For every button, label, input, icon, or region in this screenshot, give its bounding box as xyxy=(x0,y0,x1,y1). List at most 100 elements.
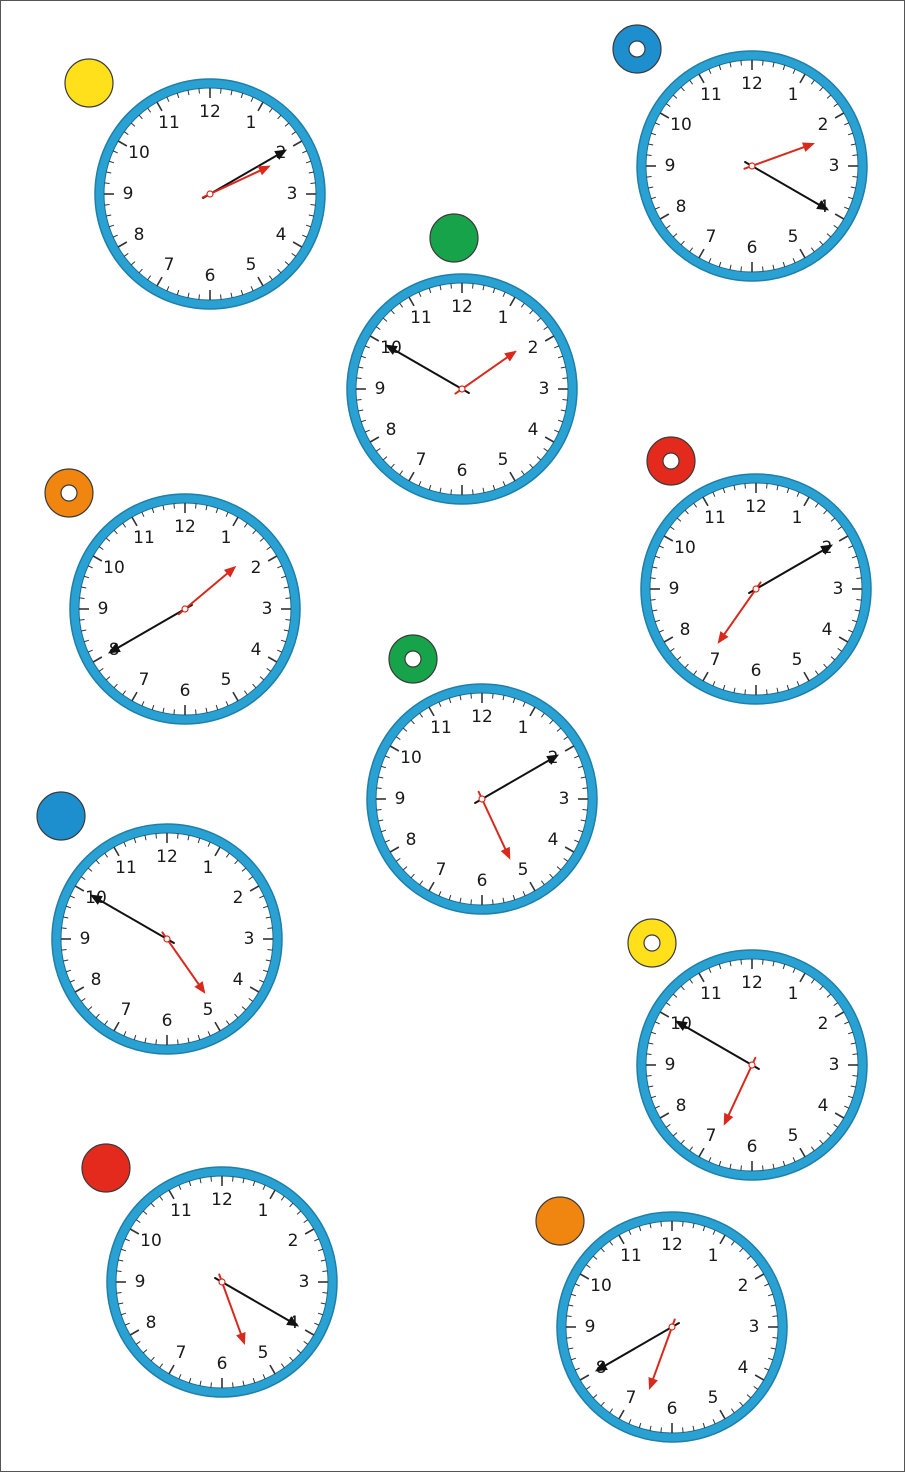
hour-numeral: 11 xyxy=(700,85,722,105)
ring-marker xyxy=(388,634,438,684)
hour-numeral: 6 xyxy=(747,1137,758,1157)
hour-numeral: 3 xyxy=(749,1317,760,1337)
hour-numeral: 11 xyxy=(704,508,726,528)
hour-numeral: 6 xyxy=(162,1011,173,1031)
hour-numeral: 10 xyxy=(140,1231,162,1251)
hour-numeral: 5 xyxy=(246,255,257,275)
hour-numeral: 9 xyxy=(669,579,680,599)
hour-numeral: 4 xyxy=(738,1358,749,1378)
hour-numeral: 10 xyxy=(670,115,692,135)
hour-numeral: 10 xyxy=(128,143,150,163)
hour-numeral: 8 xyxy=(91,970,102,990)
clock-3: 121234567891011 xyxy=(346,213,578,505)
center-pin xyxy=(218,1278,226,1286)
hour-numeral: 2 xyxy=(818,1014,829,1034)
hour-numeral: 5 xyxy=(498,450,509,470)
hour-numeral: 12 xyxy=(199,102,221,122)
hour-numeral: 3 xyxy=(262,599,273,619)
hour-numeral: 1 xyxy=(518,718,529,738)
hour-numeral: 5 xyxy=(518,860,529,880)
hour-numeral: 2 xyxy=(818,115,829,135)
hour-numeral: 4 xyxy=(276,225,287,245)
hour-numeral: 1 xyxy=(221,528,232,548)
hour-numeral: 1 xyxy=(788,85,799,105)
hour-numeral: 7 xyxy=(176,1343,187,1363)
center-pin xyxy=(478,795,486,803)
hour-numeral: 11 xyxy=(133,528,155,548)
hour-numeral: 7 xyxy=(416,450,427,470)
hour-numeral: 11 xyxy=(700,984,722,1004)
hour-numeral: 1 xyxy=(258,1201,269,1221)
hour-numeral: 6 xyxy=(751,661,762,681)
hour-numeral: 3 xyxy=(833,579,844,599)
hour-numeral: 9 xyxy=(395,789,406,809)
hour-numeral: 10 xyxy=(674,538,696,558)
center-pin xyxy=(206,190,214,198)
hour-numeral: 6 xyxy=(667,1399,678,1419)
hour-numeral: 7 xyxy=(164,255,175,275)
ring-marker xyxy=(612,24,662,74)
hour-numeral: 5 xyxy=(203,1000,214,1020)
hour-numeral: 3 xyxy=(539,379,550,399)
hour-numeral: 7 xyxy=(121,1000,132,1020)
hour-numeral: 10 xyxy=(103,558,125,578)
hour-numeral: 5 xyxy=(258,1343,269,1363)
hour-numeral: 9 xyxy=(123,184,134,204)
center-pin xyxy=(748,162,756,170)
hour-numeral: 5 xyxy=(788,1126,799,1146)
center-pin xyxy=(181,605,189,613)
hour-numeral: 9 xyxy=(80,929,91,949)
center-pin xyxy=(752,585,760,593)
hour-numeral: 7 xyxy=(626,1388,637,1408)
hour-numeral: 8 xyxy=(406,830,417,850)
hour-numeral: 11 xyxy=(430,718,452,738)
hour-numeral: 3 xyxy=(559,789,570,809)
ring-marker xyxy=(44,468,94,518)
hour-numeral: 4 xyxy=(233,970,244,990)
hour-numeral: 12 xyxy=(211,1190,233,1210)
hour-numeral: 2 xyxy=(251,558,262,578)
hour-numeral: 2 xyxy=(528,338,539,358)
clocks-canvas: 1212345678910111212345678910111212345678… xyxy=(36,24,872,1443)
hour-numeral: 6 xyxy=(217,1354,228,1374)
hour-numeral: 12 xyxy=(741,74,763,94)
hour-numeral: 4 xyxy=(818,1096,829,1116)
hour-numeral: 4 xyxy=(822,620,833,640)
clock-8: 121234567891011 xyxy=(627,918,868,1181)
hour-numeral: 7 xyxy=(436,860,447,880)
hour-numeral: 6 xyxy=(457,461,468,481)
dot-marker xyxy=(535,1196,585,1246)
hour-numeral: 11 xyxy=(158,113,180,133)
hour-numeral: 5 xyxy=(788,227,799,247)
hour-numeral: 12 xyxy=(471,707,493,727)
hour-numeral: 1 xyxy=(498,308,509,328)
clock-7: 121234567891011 xyxy=(36,791,283,1055)
hour-numeral: 2 xyxy=(233,888,244,908)
hour-numeral: 1 xyxy=(708,1246,719,1266)
hour-numeral: 1 xyxy=(788,984,799,1004)
hour-numeral: 6 xyxy=(747,238,758,258)
hour-numeral: 6 xyxy=(477,871,488,891)
center-pin xyxy=(458,385,466,393)
clock-worksheet: 1212345678910111212345678910111212345678… xyxy=(0,0,905,1472)
hour-numeral: 8 xyxy=(134,225,145,245)
hour-numeral: 8 xyxy=(146,1313,157,1333)
hour-numeral: 3 xyxy=(829,1055,840,1075)
hour-numeral: 11 xyxy=(115,858,137,878)
dot-marker xyxy=(429,213,479,263)
center-pin xyxy=(163,935,171,943)
hour-numeral: 9 xyxy=(375,379,386,399)
hour-numeral: 7 xyxy=(710,650,721,670)
clock-2: 121234567891011 xyxy=(612,24,868,282)
hour-numeral: 8 xyxy=(386,420,397,440)
hour-numeral: 9 xyxy=(135,1272,146,1292)
hour-numeral: 2 xyxy=(288,1231,299,1251)
hour-numeral: 11 xyxy=(170,1201,192,1221)
hour-numeral: 12 xyxy=(174,517,196,537)
clock-5: 121234567891011 xyxy=(640,436,872,705)
hour-numeral: 9 xyxy=(665,1055,676,1075)
hour-numeral: 5 xyxy=(708,1388,719,1408)
hour-numeral: 3 xyxy=(287,184,298,204)
hour-numeral: 6 xyxy=(205,266,216,286)
hour-numeral: 5 xyxy=(221,670,232,690)
